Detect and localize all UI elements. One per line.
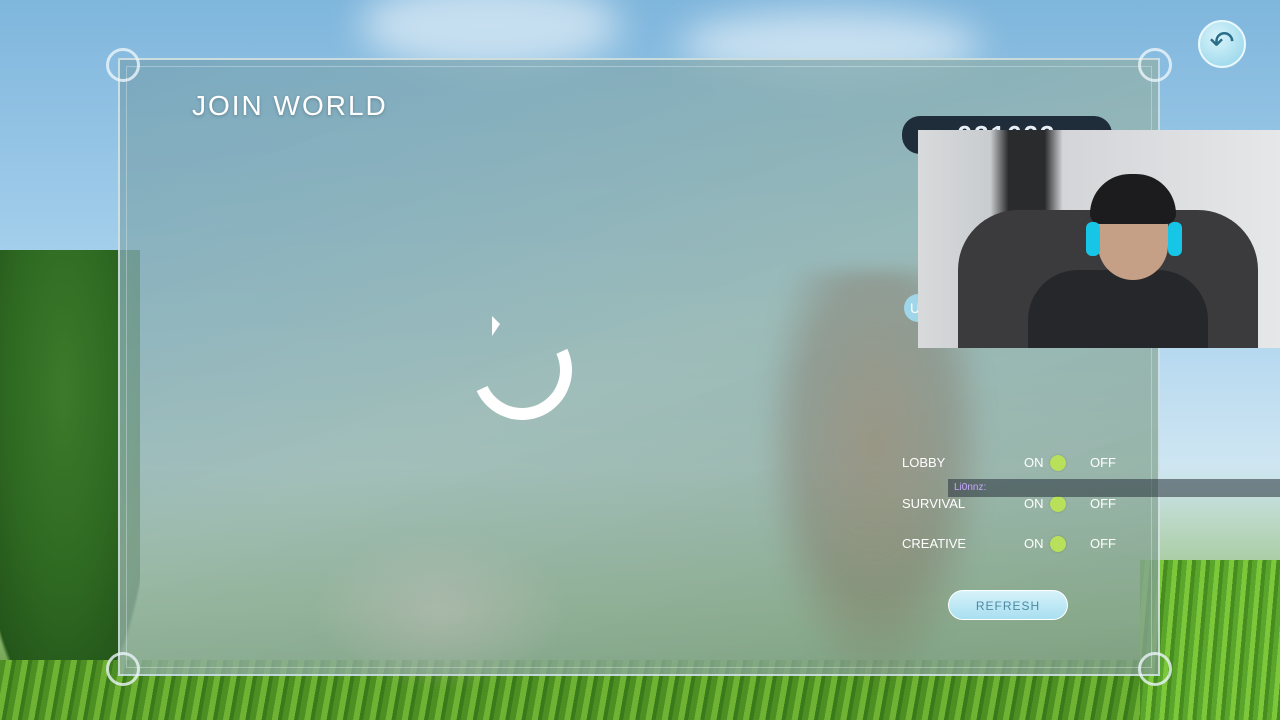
filter-off-label[interactable]: OFF	[1090, 536, 1116, 551]
page-title: JOIN WORLD	[192, 90, 388, 121]
corner-swirl-bottom-left	[106, 652, 140, 686]
filter-lobby: LOBBY ON OFF	[902, 453, 1132, 473]
corner-swirl-top-left	[106, 48, 140, 82]
corner-swirl-top-right	[1138, 48, 1172, 82]
filter-on-label[interactable]: ON	[1024, 496, 1044, 511]
refresh-button[interactable]: REFRESH	[948, 590, 1068, 620]
webcam-beanie	[1090, 174, 1176, 224]
headphones-icon	[1168, 222, 1182, 256]
filter-label: LOBBY	[902, 455, 946, 470]
chat-username: Li0nnz:	[954, 482, 987, 493]
webcam-person-body	[1028, 270, 1208, 348]
filter-creative: CREATIVE ON OFF	[902, 534, 1132, 554]
mouse-cursor-icon	[492, 316, 500, 336]
filter-on-label[interactable]: ON	[1024, 455, 1044, 470]
filter-off-label[interactable]: OFF	[1090, 455, 1116, 470]
webcam-overlay	[918, 130, 1280, 348]
filter-label: CREATIVE	[902, 536, 967, 551]
chat-message-strip: Li0nnz:	[948, 479, 1280, 497]
loading-spinner-icon	[457, 305, 587, 435]
headphones-icon	[1086, 222, 1100, 256]
corner-swirl-bottom-right	[1138, 652, 1172, 686]
filter-on-label[interactable]: ON	[1024, 536, 1044, 551]
background-rock	[310, 530, 570, 690]
background-grass-right	[1140, 560, 1280, 720]
toggle-knob[interactable]	[1050, 455, 1066, 471]
back-arrow-icon: ↶	[1209, 26, 1235, 59]
filter-survival: SURVIVAL ON OFF	[902, 494, 1132, 514]
filter-label: SURVIVAL	[902, 496, 966, 511]
toggle-knob[interactable]	[1050, 536, 1066, 552]
toggle-knob[interactable]	[1050, 496, 1066, 512]
back-button[interactable]: ↶	[1198, 20, 1246, 68]
filter-off-label[interactable]: OFF	[1090, 496, 1116, 511]
